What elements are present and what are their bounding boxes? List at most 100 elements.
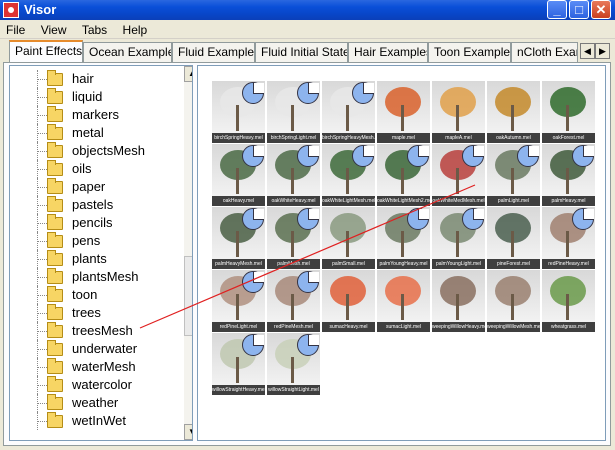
thumbnail-caption: oakWhiteLightMesh2.mel (377, 196, 430, 206)
tab-hair-examples[interactable]: Hair Examples (348, 42, 428, 62)
tree-item-waterMesh[interactable]: waterMesh (10, 358, 170, 376)
tree-item-watercolor[interactable]: watercolor (10, 376, 170, 394)
preset-thumbnail[interactable]: palmHeavy.mel (542, 144, 595, 206)
tree-trunk (291, 294, 294, 320)
preset-thumbnail[interactable]: birchSpringHeavy.mel (212, 81, 265, 143)
preset-thumbnail[interactable]: oakHeavy.mel (212, 144, 265, 206)
tree-preview-image (542, 81, 595, 133)
close-button[interactable]: ✕ (591, 0, 611, 19)
preset-thumbnail[interactable]: redPineLight.mel (212, 270, 265, 332)
preset-thumbnail[interactable]: wheatgrass.mel (542, 270, 595, 332)
folder-icon (47, 250, 63, 266)
preset-thumbnail[interactable]: palmLight.mel (487, 144, 540, 206)
tree-item-oils[interactable]: oils (10, 160, 170, 178)
tree-preview-image (432, 81, 485, 133)
tree-item-label: wetInWet (72, 413, 126, 428)
preset-thumbnail[interactable]: willowStraightLight.mel (267, 333, 320, 395)
tree-item-label: metal (72, 125, 104, 140)
folder-icon (47, 196, 63, 212)
tree-item-objectsMesh[interactable]: objectsMesh (10, 142, 170, 160)
tab-fluid-examples[interactable]: Fluid Examples (172, 42, 255, 62)
tree-trunk (511, 294, 514, 320)
thumbnail-caption: palmHeavy.mel (542, 196, 595, 206)
folder-icon (47, 88, 63, 104)
tree-item-liquid[interactable]: liquid (10, 88, 170, 106)
scroll-down-icon[interactable]: ▼ (184, 424, 192, 440)
tree-item-treesMesh[interactable]: treesMesh (10, 322, 170, 340)
tree-item-hair[interactable]: hair (10, 70, 170, 88)
preset-thumbnail[interactable]: palmSmall.mel (322, 207, 375, 269)
tab-ncloth-examples[interactable]: nCloth Exam (511, 42, 578, 62)
folder-icon (47, 124, 63, 140)
tree-trunk (346, 105, 349, 131)
tree-trunk (291, 357, 294, 383)
preset-thumbnail[interactable]: oakWhiteMedMesh.mel (432, 144, 485, 206)
tree-item-trees[interactable]: trees (10, 304, 170, 322)
preset-thumbnail[interactable]: oakForest.mel (542, 81, 595, 143)
tree-item-weather[interactable]: weather (10, 394, 170, 412)
tree-item-label: markers (72, 107, 119, 122)
menu-file[interactable]: File (0, 20, 31, 37)
preset-thumbnail[interactable]: weepingWillowHeavy.mel (432, 270, 485, 332)
menu-tabs[interactable]: Tabs (76, 20, 113, 37)
tree-item-toon[interactable]: toon (10, 286, 170, 304)
tree-trunk (401, 168, 404, 194)
preset-thumbnail[interactable]: sumacLight.mel (377, 270, 430, 332)
tab-ocean-examples[interactable]: Ocean Examples (83, 42, 172, 62)
preset-thumbnail[interactable]: maple.mel (377, 81, 430, 143)
tab-scroll-right-icon[interactable]: ▶ (595, 43, 610, 59)
tree-item-markers[interactable]: markers (10, 106, 170, 124)
tree-item-plantsMesh[interactable]: plantsMesh (10, 268, 170, 286)
preset-thumbnail[interactable]: palmYoungHeavy.mel (377, 207, 430, 269)
tab-fluid-initial-states[interactable]: Fluid Initial States (255, 42, 348, 62)
preset-thumbnail[interactable]: oakWhiteHeavy.mel (267, 144, 320, 206)
thumbnail-caption: redPineMesh.mel (267, 322, 320, 332)
preset-thumbnail[interactable]: mapleA.mel (432, 81, 485, 143)
tree-item-plants[interactable]: plants (10, 250, 170, 268)
folder-tree[interactable]: hair liquid markers metal objectsMesh oils pap… (9, 65, 193, 441)
scroll-up-icon[interactable]: ▲ (184, 66, 192, 82)
tree-connector (37, 331, 47, 332)
thumbnail-caption: oakHeavy.mel (212, 196, 265, 206)
preset-thumbnail[interactable]: redPineMesh.mel (267, 270, 320, 332)
scroll-thumb[interactable] (184, 256, 192, 336)
minimize-button[interactable]: _ (547, 0, 567, 19)
thumbnail-caption: oakWhiteMedMesh.mel (432, 196, 485, 206)
tree-scrollbar[interactable]: ▲ ▼ (184, 66, 192, 440)
preset-thumbnail[interactable]: willowStraightHeavy.mel (212, 333, 265, 395)
preset-thumbnail[interactable]: oakAutumn.mel (487, 81, 540, 143)
tab-paint-effects[interactable]: Paint Effects (9, 40, 83, 62)
tree-trunk (566, 168, 569, 194)
tab-scroll-left-icon[interactable]: ◀ (580, 43, 595, 59)
tree-item-label: liquid (72, 89, 103, 104)
preset-thumbnail[interactable]: weepingWillowMesh.mel (487, 270, 540, 332)
maximize-button[interactable]: □ (569, 0, 589, 19)
preset-thumbnail[interactable]: palmYoungLight.mel (432, 207, 485, 269)
tab-toon-examples[interactable]: Toon Examples (428, 42, 511, 62)
clock-icon (352, 82, 374, 104)
folder-icon (47, 358, 63, 374)
tree-preview-image (212, 81, 265, 133)
preset-thumbnail[interactable]: palmHeavyMesh.mel (212, 207, 265, 269)
preset-thumbnail[interactable]: oakWhiteLightMesh.mel (322, 144, 375, 206)
preset-thumbnail[interactable]: oakWhiteLightMesh2.mel (377, 144, 430, 206)
tree-item-metal[interactable]: metal (10, 124, 170, 142)
preset-thumbnail[interactable]: birchSpringLight.mel (267, 81, 320, 143)
tree-item-pencils[interactable]: pencils (10, 214, 170, 232)
preset-thumbnail[interactable]: redPineHeavy.mel (542, 207, 595, 269)
tree-item-pastels[interactable]: pastels (10, 196, 170, 214)
tree-item-underwater[interactable]: underwater (10, 340, 170, 358)
preset-thumbnail[interactable]: pineForest.mel (487, 207, 540, 269)
preset-thumbnail[interactable]: birchSpringHeavyMesh.mel (322, 81, 375, 143)
menu-help[interactable]: Help (117, 20, 154, 37)
tree-trunk (566, 294, 569, 320)
tree-item-wetInWet[interactable]: wetInWet (10, 412, 170, 430)
preset-thumbnail[interactable]: palmMesh.mel (267, 207, 320, 269)
title-bar[interactable]: Visor _ □ ✕ (0, 0, 615, 20)
tree-item-paper[interactable]: paper (10, 178, 170, 196)
tree-item-label: toon (72, 287, 98, 302)
preset-thumbnail[interactable]: sumacHeavy.mel (322, 270, 375, 332)
tree-item-pens[interactable]: pens (10, 232, 170, 250)
menu-view[interactable]: View (35, 20, 73, 37)
tree-connector (37, 277, 47, 278)
